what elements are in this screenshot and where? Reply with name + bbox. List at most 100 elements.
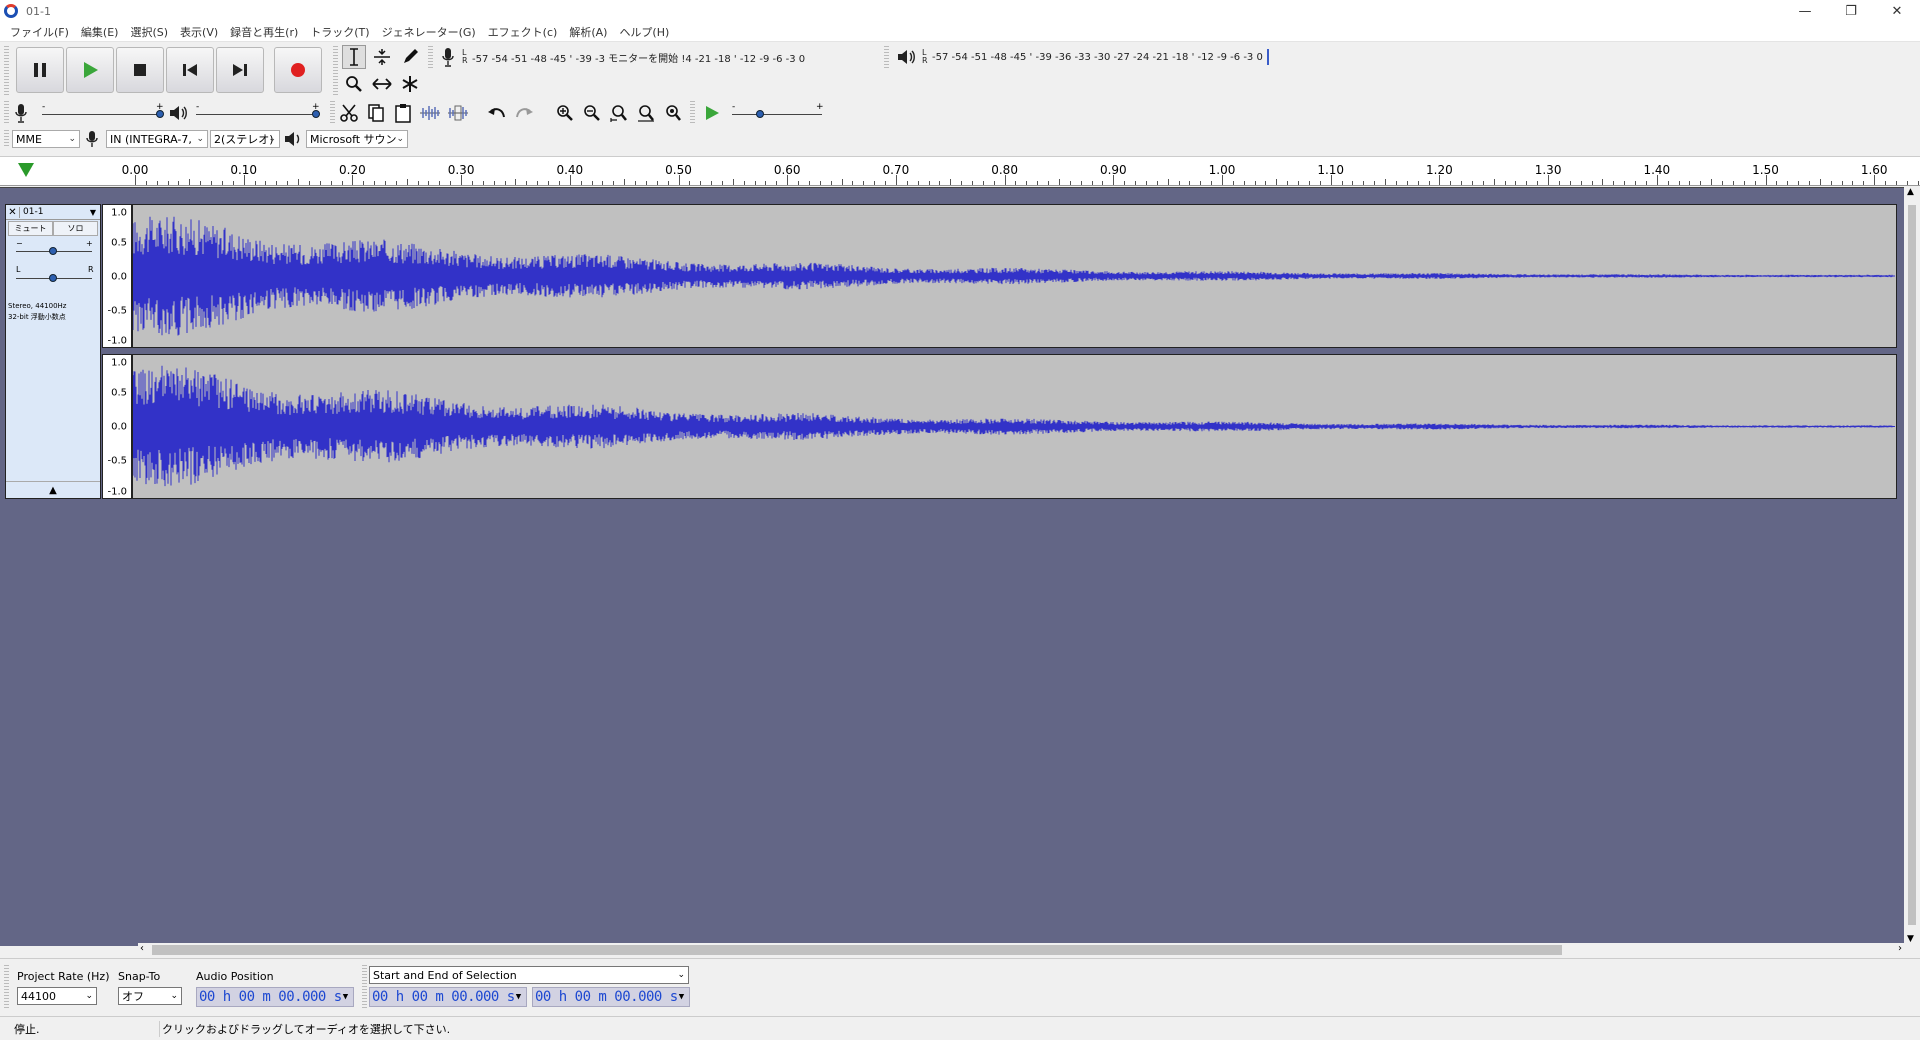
selection-start-field[interactable]: 00 h 00 m 00.000 s ▼ [369,987,527,1007]
play-speed-slider[interactable] [732,114,822,115]
vertical-scale-right[interactable]: 1.0 0.5 0.0 -0.5 -1.0 [102,354,132,499]
scroll-up-icon[interactable]: ▲ [1907,187,1914,197]
paste-button[interactable] [391,101,415,125]
record-volume-slider[interactable] [42,114,162,115]
playback-volume-slider[interactable] [196,114,318,115]
menu-select[interactable]: 選択(S) [124,24,174,40]
horizontal-scrollbar[interactable]: ‹ › [138,943,1904,957]
time-format-dropdown-icon[interactable]: ▼ [516,992,521,1002]
gain-knob[interactable] [49,247,57,255]
multi-tool-button[interactable] [398,72,422,96]
toolbar-grip[interactable] [4,965,9,1009]
time-format-dropdown-icon[interactable]: ▼ [343,992,348,1002]
playback-volume-knob[interactable] [312,110,320,118]
audio-host-select[interactable]: MME ⌄ [12,130,80,148]
record-volume-knob[interactable] [156,110,164,118]
track-area[interactable]: ✕ 01-1 ▼ ミュート ソロ − + L R Stereo, 44100Hz… [0,187,1904,946]
pause-button[interactable] [16,47,64,93]
waveform-channel-left[interactable] [132,204,1897,348]
audio-position-field[interactable]: 00 h 00 m 00.000 s ▼ [196,987,354,1007]
envelope-tool-button[interactable] [370,45,394,69]
play-button[interactable] [66,47,114,93]
mute-button[interactable]: ミュート [8,221,53,236]
menu-analyze[interactable]: 解析(A) [563,24,613,40]
track-name-menu[interactable]: 01-1 [20,207,86,217]
fit-project-button[interactable] [634,101,658,125]
skip-to-start-button[interactable] [166,47,214,93]
track-menu-dropdown-icon[interactable]: ▼ [86,208,100,217]
recording-device-select[interactable]: IN (INTEGRA-7, ⌄ [106,130,208,148]
play-speed-knob[interactable] [756,110,764,118]
timeline-ruler[interactable]: 0.00 0.10 0.20 0.30 0.40 0.50 0.60 0.70 0.80 0.90… [0,156,1920,186]
close-button[interactable]: ✕ [1874,0,1920,22]
toolbar-grip[interactable] [4,130,9,148]
project-rate-select[interactable]: 44100 ⌄ [17,987,97,1005]
zoom-out-button[interactable] [580,101,604,125]
time-format-dropdown-icon[interactable]: ▼ [679,992,684,1002]
play-at-speed-button[interactable] [700,101,724,125]
recording-channels-select[interactable]: 2(ステレオ) ⌄ [210,130,280,148]
vertical-scale-left[interactable]: 1.0 0.5 0.0 -0.5 -1.0 [102,204,132,348]
snap-to-select[interactable]: オフ ⌄ [118,987,182,1005]
fit-selection-button[interactable] [607,101,631,125]
menu-edit[interactable]: 編集(E) [75,24,125,40]
waveform-channel-right[interactable] [132,354,1897,499]
toolbar-grip[interactable] [330,101,335,123]
toolbar-grip[interactable] [4,101,9,123]
collapse-track-button[interactable]: ▲ [6,481,100,498]
i-beam-icon [350,48,358,66]
silence-audio-button[interactable] [446,101,470,125]
scroll-right-icon[interactable]: › [1898,943,1902,954]
trim-audio-button[interactable] [418,101,442,125]
toolbar-grip[interactable] [428,46,433,68]
toolbar-grip[interactable] [362,965,367,1009]
toolbar-grip[interactable] [884,46,889,68]
selection-end-field[interactable]: 00 h 00 m 00.000 s ▼ [532,987,690,1007]
restore-button[interactable]: ❐ [1828,0,1874,22]
track-close-button[interactable]: ✕ [6,206,20,218]
vertical-scroll-thumb[interactable] [1908,205,1916,925]
menu-help[interactable]: ヘルプ(H) [613,24,675,40]
play-head-triangle-icon[interactable] [18,163,34,177]
horizontal-scroll-thumb[interactable] [152,945,1562,955]
playback-device-select[interactable]: Microsoft サウン ⌄ [306,130,408,148]
menu-view[interactable]: 表示(V) [174,24,224,40]
zoom-toggle-button[interactable] [661,101,685,125]
toolbar-grip[interactable] [4,46,9,96]
record-button[interactable] [274,47,322,93]
record-meter[interactable]: LR -57 -54 -51 -48 -45 ' -39 -3 モニターを開始 … [462,48,882,66]
time-shift-tool-button[interactable] [370,72,394,96]
copy-button[interactable] [364,101,388,125]
cut-button[interactable] [337,101,361,125]
ruler-tick [1624,181,1626,185]
toolbar-grip[interactable] [333,46,338,96]
menu-tracks[interactable]: トラック(T) [304,24,375,40]
draw-tool-button[interactable] [398,45,422,69]
scroll-left-icon[interactable]: ‹ [140,943,144,954]
selection-tool-button[interactable] [342,45,366,69]
playback-meter-button[interactable] [894,45,918,69]
stop-button[interactable] [116,47,164,93]
skip-to-end-button[interactable] [216,47,264,93]
track-control-panel[interactable]: ✕ 01-1 ▼ ミュート ソロ − + L R Stereo, 44100Hz… [5,204,101,499]
selection-mode-select[interactable]: Start and End of Selection ⌄ [369,966,689,984]
undo-button[interactable] [485,101,509,125]
minimize-button[interactable]: — [1782,0,1828,22]
solo-button[interactable]: ソロ [53,221,98,236]
chevron-down-icon: ⌄ [68,134,76,144]
menu-effect[interactable]: エフェクト(c) [482,24,564,40]
vertical-scrollbar[interactable]: ▲ ▼ [1904,187,1920,946]
redo-button[interactable] [512,101,536,125]
zoom-in-button[interactable] [553,101,577,125]
scroll-down-icon[interactable]: ▼ [1907,934,1914,944]
playback-meter[interactable]: LR -57 -54 -51 -48 -45 ' -39 -36 -33 -30… [922,48,1342,66]
record-meter-button[interactable] [436,45,460,69]
scale-label: 0.5 [111,237,127,249]
gain-plus: + [86,239,93,248]
toolbar-grip[interactable] [690,101,695,123]
menu-file[interactable]: ファイル(F) [4,24,75,40]
zoom-tool-button[interactable] [342,72,366,96]
pan-knob[interactable] [49,274,57,282]
menu-transport[interactable]: 録音と再生(r) [224,24,304,40]
menu-generate[interactable]: ジェネレーター(G) [376,24,482,40]
